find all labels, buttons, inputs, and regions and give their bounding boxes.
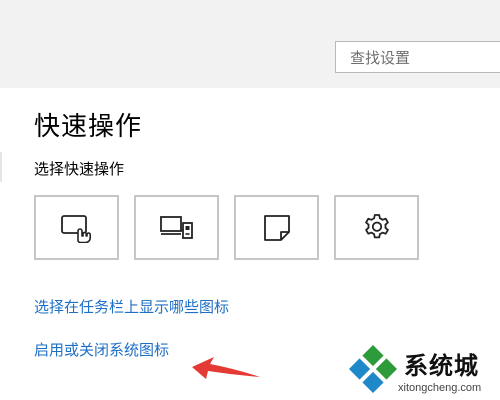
note-icon [262, 213, 292, 243]
search-input[interactable]: 查找设置 [335, 41, 500, 73]
section-label: 选择快速操作 [34, 160, 125, 178]
tablet-mode-icon [60, 213, 94, 243]
watermark-url: xitongcheng.com [398, 382, 482, 394]
link-system-icons[interactable]: 启用或关闭系统图标 [34, 339, 169, 360]
quick-action-tile-note[interactable] [234, 195, 319, 260]
search-placeholder: 查找设置 [350, 49, 411, 67]
left-edge-divider [0, 152, 2, 182]
quick-action-tile-settings[interactable] [334, 195, 419, 260]
project-icon [159, 213, 195, 243]
link-taskbar-icons[interactable]: 选择在任务栏上显示哪些图标 [34, 296, 229, 317]
top-bar: 查找设置 [0, 0, 500, 88]
watermark-brand: 系统城 [404, 352, 479, 380]
page-title: 快速操作 [34, 112, 143, 142]
quick-action-tiles [34, 195, 474, 260]
watermark: 系统城 xitongcheng.com [344, 342, 500, 400]
quick-action-tile-tablet-mode[interactable] [34, 195, 119, 260]
quick-action-tile-project[interactable] [134, 195, 219, 260]
settings-gear-icon [361, 212, 393, 244]
watermark-logo-icon [346, 342, 400, 400]
red-arrow-annotation [190, 355, 262, 389]
